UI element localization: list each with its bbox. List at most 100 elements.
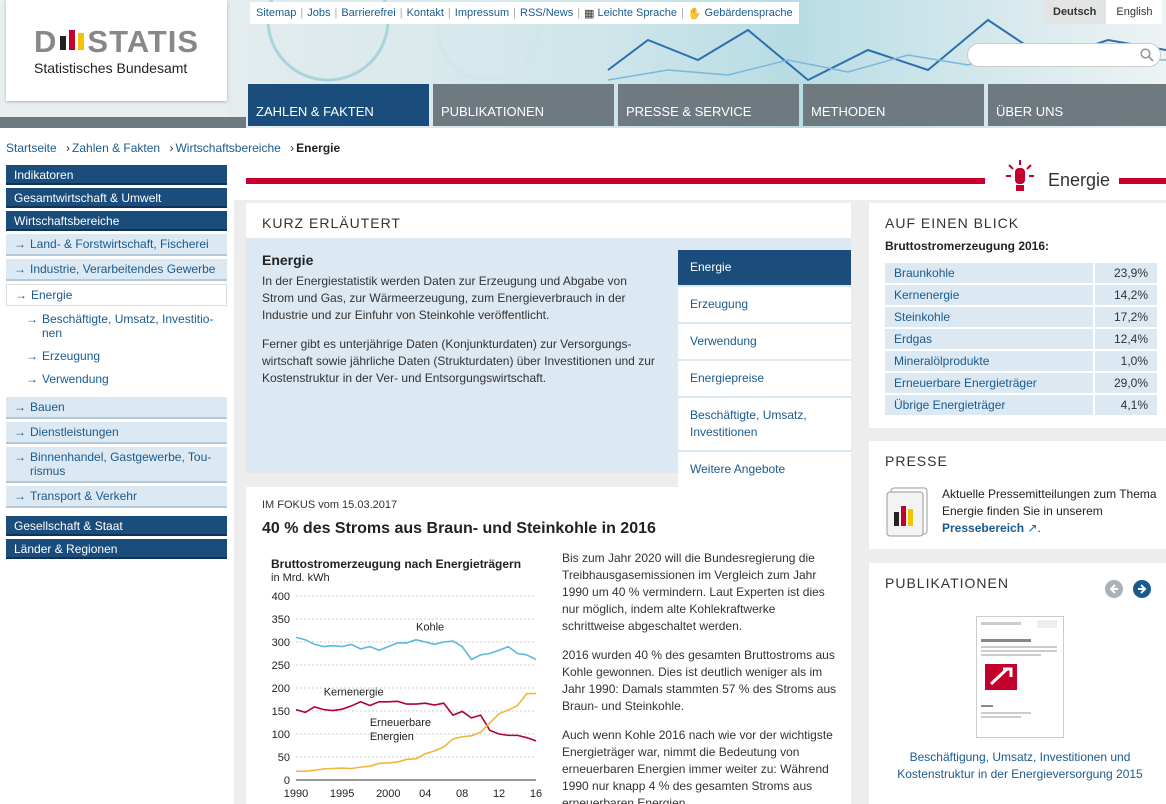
sidebar-item-beschaeftigte[interactable]: → Beschäftigte, Umsatz, Investitio-nen <box>6 309 227 343</box>
kurz-paragraph: Ferner gibt es unterjährige Daten (Konju… <box>262 337 655 385</box>
carousel-arrows <box>1104 579 1152 599</box>
y-tick-label: 200 <box>272 683 290 695</box>
fokus-paragraph: Auch wenn Kohle 2016 nach wie vor der wi… <box>562 728 833 804</box>
kontakt-link[interactable]: Kontakt <box>407 7 444 19</box>
sidebar-item-land-forst[interactable]: → Land- & Forstwirtschaft, Fischerei <box>6 234 227 256</box>
nav-methoden[interactable]: METHODEN <box>803 84 984 126</box>
im-fokus-panel: IM FOKUS vom 15.03.2017 40 % des Stroms … <box>246 487 851 804</box>
rss-link[interactable]: RSS/News <box>520 7 573 19</box>
y-tick-label: 150 <box>272 706 290 718</box>
blick-value: 29,0% <box>1093 373 1157 393</box>
easy-language-icon: ▦ <box>584 7 595 20</box>
x-tick-label: 04 <box>419 788 431 800</box>
logo-subtitle: Statistisches Bundesamt <box>34 60 188 76</box>
blick-label[interactable]: Erneuerbare Energieträger <box>885 373 1093 393</box>
x-tick-label: 1995 <box>330 788 354 800</box>
lang-english[interactable]: English <box>1106 0 1163 24</box>
x-tick-label: 2000 <box>376 788 400 800</box>
search-icon[interactable] <box>1140 48 1154 62</box>
arrow-right-icon[interactable] <box>1132 579 1152 599</box>
blick-label[interactable]: Mineralölprodukte <box>885 351 1093 371</box>
nav-zahlen-fakten[interactable]: ZAHLEN & FAKTEN <box>248 84 429 126</box>
sidebar-item-bauen[interactable]: → Bauen <box>6 397 227 419</box>
blick-value: 23,9% <box>1093 263 1157 283</box>
sidebar-item-erzeugung[interactable]: → Erzeugung <box>6 346 227 366</box>
arrow-right-icon: → <box>14 489 26 503</box>
sidebar-item-gesellschaft[interactable]: Gesellschaft & Staat <box>6 516 227 536</box>
blick-label[interactable]: Erdgas <box>885 329 1093 349</box>
series-line <box>295 636 537 661</box>
blick-label[interactable]: Braunkohle <box>885 263 1093 283</box>
arrow-right-icon: → <box>14 450 26 464</box>
sidebar-item-laender[interactable]: Länder & Regionen <box>6 539 227 559</box>
tab-erzeugung[interactable]: Erzeugung <box>678 287 851 324</box>
blick-value: 14,2% <box>1093 285 1157 305</box>
y-tick-label: 250 <box>272 660 290 672</box>
header-strip <box>0 117 246 128</box>
publikationen-panel: PUBLIKATIONEN Beschäftigung, Umsatz, Inv… <box>869 563 1166 804</box>
sidebar-item-indikatoren[interactable]: Indikatoren <box>6 165 227 185</box>
y-tick-label: 300 <box>272 637 290 649</box>
lang-deutsch[interactable]: Deutsch <box>1043 0 1107 24</box>
pressebereich-link[interactable]: Pressebereich <box>942 521 1024 535</box>
y-tick-label: 50 <box>278 752 290 764</box>
blick-row: Erdgas 12,4% <box>885 329 1157 349</box>
logo[interactable]: D STATIS Statistisches Bundesamt <box>6 0 227 101</box>
external-link-icon: ↗ <box>1024 521 1038 535</box>
crumb-wirtschaftsbereiche[interactable]: Wirtschaftsbereiche <box>175 141 280 155</box>
tab-beschaeftigte[interactable]: Beschäftigte, Umsatz, Investitionen <box>678 398 851 452</box>
blick-row: Braunkohle 23,9% <box>885 263 1157 283</box>
publication-cover[interactable] <box>976 616 1064 738</box>
nav-publikationen[interactable]: PUBLIKATIONEN <box>433 84 614 126</box>
sidebar-item-wirtschaftsbereiche[interactable]: Wirtschaftsbereiche <box>6 211 227 231</box>
kurz-title: Energie <box>262 252 314 268</box>
sidebar-item-transport[interactable]: → Transport & Verkehr <box>6 486 227 508</box>
arrow-left-icon[interactable] <box>1104 579 1124 599</box>
jobs-link[interactable]: Jobs <box>307 7 330 19</box>
barrierefrei-link[interactable]: Barrierefrei <box>341 7 395 19</box>
tab-weitere[interactable]: Weitere Angebote <box>678 452 851 489</box>
sidebar-item-binnenhandel[interactable]: → Binnenhandel, Gastgewerbe, Tou-rismus <box>6 447 227 483</box>
page-title-bar: Energie <box>246 158 1166 198</box>
sidebar-item-energie[interactable]: → Energie <box>6 284 227 306</box>
sidebar-item-gesamtwirtschaft[interactable]: Gesamtwirtschaft & Umwelt <box>6 188 227 208</box>
topic-tabs: Energie Erzeugung Verwendung Energieprei… <box>678 250 851 489</box>
sidebar-item-verwendung[interactable]: → Verwendung <box>6 369 227 389</box>
y-tick-label: 100 <box>272 729 290 741</box>
blick-label[interactable]: Übrige Energieträger <box>885 395 1093 415</box>
blick-row: Steinkohle 17,2% <box>885 307 1157 327</box>
arrow-right-icon: → <box>14 237 26 251</box>
sign-language-link[interactable]: Gebärdensprache <box>705 7 793 19</box>
blick-table: Braunkohle 23,9% Kernenergie 14,2% Steinkohl… <box>885 261 1157 417</box>
nav-ueber-uns[interactable]: ÜBER UNS <box>988 84 1166 126</box>
nav-presse-service[interactable]: PRESSE & SERVICE <box>618 84 799 126</box>
logo-bars-icon <box>60 30 84 50</box>
arrow-right-icon: → <box>14 425 26 439</box>
tab-energiepreise[interactable]: Energiepreise <box>678 361 851 398</box>
fokus-title: 40 % des Stroms aus Braun- und Steinkohl… <box>262 520 656 537</box>
easy-language-link[interactable]: Leichte Sprache <box>597 7 677 19</box>
search-input[interactable] <box>967 43 1161 67</box>
arrow-right-icon: → <box>26 372 38 386</box>
arrow-right-icon: → <box>26 349 38 363</box>
panel-heading: PUBLIKATIONEN <box>885 575 1009 591</box>
blick-row: Kernenergie 14,2% <box>885 285 1157 305</box>
blick-label[interactable]: Steinkohle <box>885 307 1093 327</box>
publication-title-link[interactable]: Beschäftigung, Umsatz, Investitionen und… <box>885 749 1155 783</box>
blick-label[interactable]: Kernenergie <box>885 285 1093 305</box>
tab-verwendung[interactable]: Verwendung <box>678 324 851 361</box>
sidebar-item-industrie[interactable]: → Industrie, Verarbeitendes Gewerbe <box>6 259 227 281</box>
title-rule <box>246 178 985 184</box>
y-tick-label: 350 <box>272 614 290 626</box>
sidebar-item-dienstleistungen[interactable]: → Dienstleistungen <box>6 422 227 444</box>
press-document-icon <box>886 487 928 537</box>
crumb-zahlen-fakten[interactable]: Zahlen & Fakten <box>72 141 160 155</box>
presse-panel: PRESSE Aktuelle Pressemitteilungen zum T… <box>869 441 1166 549</box>
sitemap-link[interactable]: Sitemap <box>256 7 296 19</box>
kurz-paragraph: In der Energiestatistik werden Daten zur… <box>262 274 627 322</box>
chart-unit: in Mrd. kWh <box>271 572 330 584</box>
kurz-body: Energie In der Energiestatistik werden D… <box>246 238 851 489</box>
crumb-startseite[interactable]: Startseite <box>6 141 57 155</box>
tab-energie[interactable]: Energie <box>678 250 851 287</box>
impressum-link[interactable]: Impressum <box>455 7 509 19</box>
